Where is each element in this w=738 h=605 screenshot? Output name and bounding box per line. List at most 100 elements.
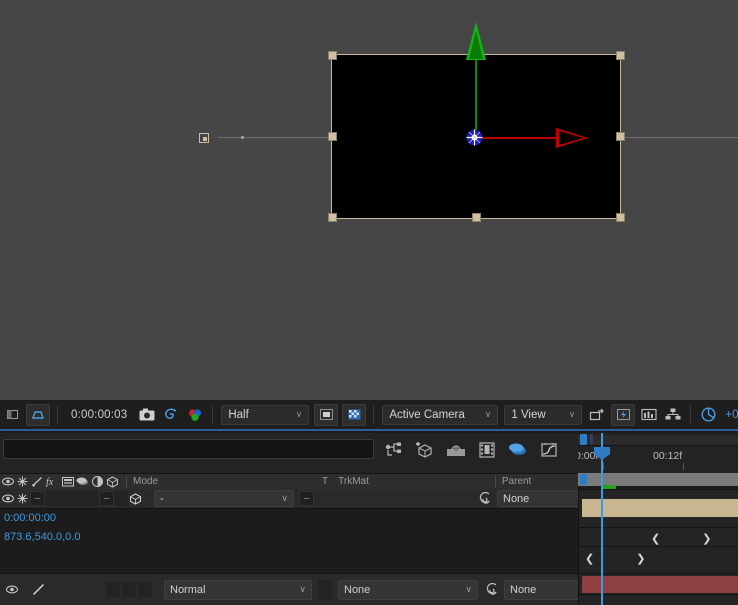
viewer-timecode[interactable]: 0:00:00:03: [63, 409, 135, 421]
layer-name-spacer: [45, 491, 99, 506]
switch-cell[interactable]: [122, 582, 136, 597]
show-snapshot-icon[interactable]: [159, 404, 183, 426]
parent-value: None: [503, 492, 530, 505]
track-matte-button[interactable]: –: [299, 491, 314, 506]
solo-switch-button[interactable]: –: [30, 491, 45, 506]
layer-row[interactable]: – – - ∨ – None ∨: [0, 489, 589, 509]
camera-view-dropdown[interactable]: Active Camera ∨: [382, 404, 499, 425]
navigator-start-handle[interactable]: [580, 474, 587, 485]
transform-handle-bottom-center[interactable]: [472, 213, 481, 222]
video-switch-icon[interactable]: [0, 490, 15, 508]
chevron-down-icon: ∨: [465, 584, 472, 594]
layer-duration-bar[interactable]: [582, 499, 738, 517]
toolbar-divider: [212, 405, 214, 424]
adjustment-layer-column-icon[interactable]: [90, 475, 105, 489]
fast-previews-icon[interactable]: [611, 403, 636, 426]
transform-handle-middle-left[interactable]: [328, 132, 337, 141]
blend-mode-dropdown[interactable]: Normal ∨: [164, 579, 312, 600]
reset-exposure-icon[interactable]: [696, 404, 720, 426]
view-layout-dropdown[interactable]: 1 View ∨: [504, 404, 583, 425]
composition-viewer[interactable]: [0, 0, 738, 400]
after-effects-window: 0:00:00:03 Half ∨ Active Camera ∨ 1 View…: [0, 0, 738, 605]
blend-mode-value: Normal: [170, 583, 206, 596]
keyframe-navigator-time[interactable]: ❮ ❯: [647, 529, 715, 547]
video-switch-icon[interactable]: [4, 581, 19, 599]
audio-switch-icon[interactable]: [15, 490, 30, 508]
t-column-header[interactable]: T: [322, 476, 328, 487]
parent-pickwhip-icon[interactable]: [484, 581, 499, 599]
blend-mode-value: -: [160, 492, 164, 505]
keyframe-prev-icon[interactable]: ❮: [581, 552, 598, 565]
row-spacer: [46, 582, 106, 597]
region-of-interest-icon[interactable]: [26, 403, 50, 426]
column-divider: [494, 475, 496, 488]
track-matte-switch[interactable]: [318, 579, 332, 600]
solo-switch-icon[interactable]: [31, 581, 46, 599]
mode-column-header[interactable]: Mode: [133, 476, 158, 487]
parent-column-header[interactable]: Parent: [502, 476, 531, 487]
frame-blending-icon[interactable]: [477, 440, 497, 460]
hide-shy-layers-icon[interactable]: [446, 440, 466, 460]
switch-cell[interactable]: [106, 582, 120, 597]
keyframe-next-icon[interactable]: ❯: [632, 552, 649, 565]
comp-flowchart-icon[interactable]: [661, 404, 685, 426]
keyframe-navigator-position[interactable]: ❮ ❯: [581, 549, 649, 567]
current-time-value[interactable]: 0:00:00:00: [0, 512, 56, 524]
toggle-transparency-grid-icon[interactable]: [342, 403, 367, 426]
column-divider: [126, 475, 127, 488]
keyframe-prev-icon[interactable]: ❮: [647, 532, 664, 545]
3d-layer-column-icon[interactable]: [105, 475, 120, 489]
transform-handle-bottom-left[interactable]: [328, 213, 337, 222]
ruler-tick-0: [603, 463, 604, 470]
search-input[interactable]: [3, 439, 374, 459]
switch-spacer: [114, 491, 128, 506]
graph-editor-icon[interactable]: [539, 440, 559, 460]
video-switch-icon[interactable]: [0, 475, 15, 489]
position-row: 873.6,540.0,0.0: [0, 527, 578, 547]
composition-mini-flowchart-icon[interactable]: [384, 440, 404, 460]
exposure-value[interactable]: +0.0: [725, 409, 738, 421]
motion-blur-icon[interactable]: [508, 440, 528, 460]
pixel-aspect-correction-icon[interactable]: [585, 404, 609, 426]
trkmat-column-header[interactable]: TrkMat: [338, 476, 369, 487]
region-of-interest-toggle-icon[interactable]: [314, 403, 339, 426]
effects-switch-icon[interactable]: fx: [45, 475, 60, 489]
resolution-dropdown[interactable]: Half ∨: [221, 404, 310, 425]
camera-icon[interactable]: [135, 404, 159, 426]
motion-blur-column-icon[interactable]: [75, 475, 90, 489]
track-matte-dropdown[interactable]: None ∨: [338, 579, 478, 600]
anchor-point-handle-left[interactable]: [199, 133, 209, 143]
transform-handle-top-left[interactable]: [328, 51, 337, 60]
label-column-icon[interactable]: [60, 475, 75, 489]
lock-switch-button[interactable]: –: [99, 491, 114, 506]
transform-handle-middle-right[interactable]: [616, 132, 625, 141]
guide-midpoint-marker: [241, 136, 244, 139]
draft-3d-icon[interactable]: [415, 440, 435, 460]
timeline-tool-icons: [384, 438, 559, 462]
audio-switch-icon[interactable]: [15, 475, 30, 489]
resolution-label: Half: [228, 408, 249, 421]
3d-layer-icon[interactable]: [128, 490, 143, 508]
timeline-icon[interactable]: [637, 404, 661, 426]
solo-switch-icon[interactable]: [30, 475, 45, 489]
parent-pickwhip-icon[interactable]: [477, 490, 492, 508]
anchor-point-gizmo-icon[interactable]: [466, 129, 483, 146]
toolbar-divider: [373, 405, 375, 424]
bottom-layer-row[interactable]: Normal ∨ None ∨ None ∨: [0, 573, 596, 605]
keyframe-next-icon[interactable]: ❯: [698, 532, 715, 545]
track-matte-value: None: [344, 583, 371, 596]
select-view-layout-icon[interactable]: [0, 404, 24, 426]
chevron-down-icon: ∨: [568, 409, 576, 419]
layer-bar-selected[interactable]: [582, 576, 738, 593]
y-axis-line[interactable]: [475, 56, 477, 136]
transform-handle-top-right[interactable]: [616, 51, 625, 60]
ruler-label-1: 00:12f: [653, 450, 683, 462]
show-channel-icon[interactable]: [183, 404, 207, 426]
x-axis-arrow-inner-icon: [559, 131, 583, 145]
position-value[interactable]: 873.6,540.0,0.0: [0, 531, 80, 543]
blend-mode-dropdown[interactable]: - ∨: [154, 490, 294, 507]
switch-cell[interactable]: [138, 582, 152, 597]
parent-dropdown[interactable]: None ∨: [497, 490, 589, 507]
transform-handle-bottom-right[interactable]: [616, 213, 625, 222]
work-area-start-handle[interactable]: [580, 434, 587, 445]
